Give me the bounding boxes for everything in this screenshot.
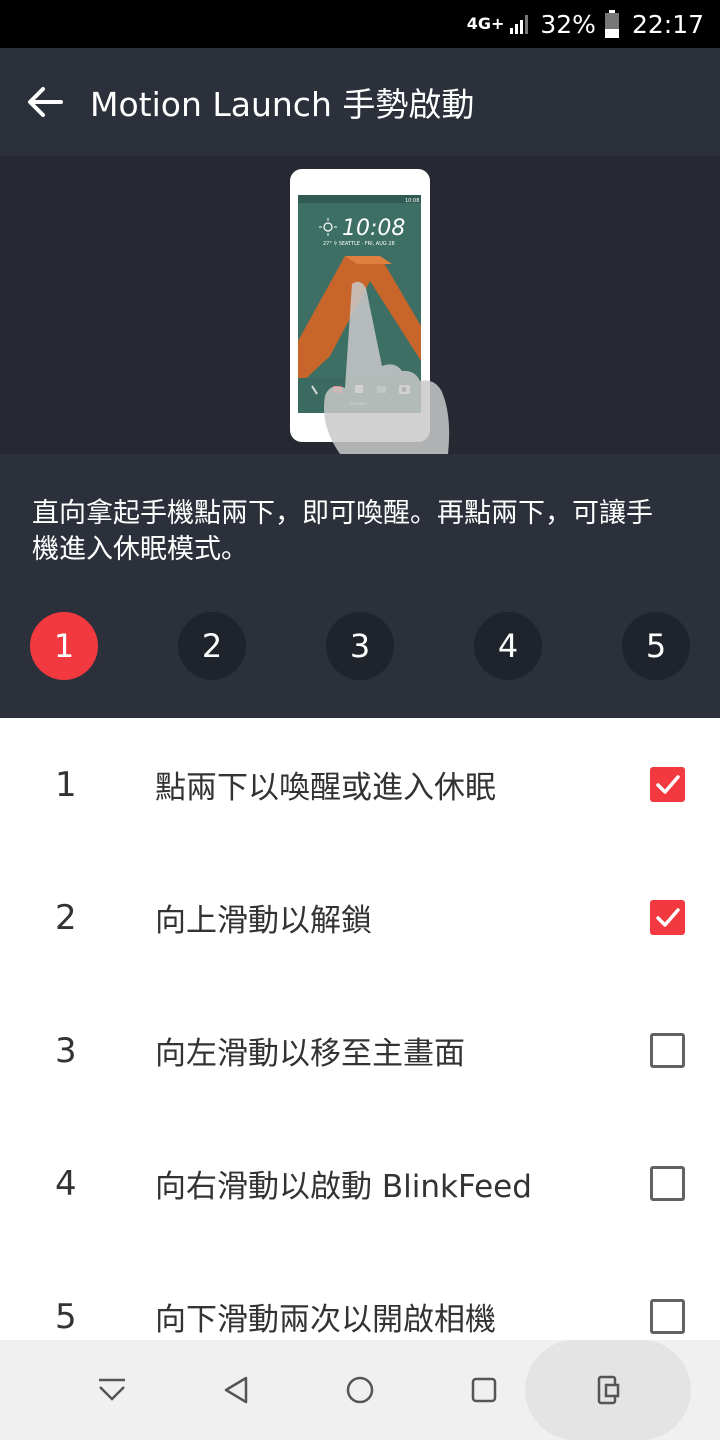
gesture-illustration: 10:08 10:08 27° ⚲ SEATTLE · FRI, AUG 28 … [0, 156, 720, 454]
gesture-row-1[interactable]: 1 點兩下以喚醒或進入休眠 [0, 718, 720, 851]
gesture-4-checkbox[interactable] [650, 1166, 685, 1201]
gesture-label: 向右滑動以啟動 BlinkFeed [155, 1169, 532, 1205]
gesture-label: 向上滑動以解鎖 [155, 903, 372, 939]
gesture-label: 向左滑動以移至主畫面 [155, 1036, 465, 1072]
gesture-list: 1 點兩下以喚醒或進入休眠 2 向上滑動以解鎖 3 向左滑動以移至主畫面 4 向… [0, 718, 720, 1340]
navigation-bar [0, 1340, 720, 1440]
gesture-label: 向下滑動兩次以開啟相機 [155, 1302, 496, 1338]
checkmark-icon [656, 908, 680, 927]
page-title: Motion Launch 手勢啟動 [90, 85, 475, 124]
checkmark-icon [656, 775, 680, 794]
hide-nav-button[interactable] [67, 1340, 157, 1440]
step-2-button[interactable]: 2 [178, 612, 246, 680]
recents-square-icon [471, 1377, 497, 1403]
battery-icon [604, 10, 619, 38]
gesture-row-2[interactable]: 2 向上滑動以解鎖 [0, 851, 720, 984]
rotate-nav-button[interactable] [563, 1340, 653, 1440]
phone-illustration: 10:08 10:08 27° ⚲ SEATTLE · FRI, AUG 28 … [290, 169, 450, 454]
mini-status-time: 10:08 [405, 198, 419, 204]
gesture-number: 5 [55, 1296, 77, 1337]
step-4-button[interactable]: 4 [474, 612, 542, 680]
gesture-number: 2 [55, 897, 77, 938]
status-time: 22:17 [631, 9, 704, 39]
step-1-button[interactable]: 1 [30, 612, 98, 680]
home-circle-icon [346, 1376, 374, 1404]
home-nav-button[interactable] [315, 1340, 405, 1440]
arrow-left-icon [28, 87, 63, 117]
gesture-5-checkbox[interactable] [650, 1299, 685, 1334]
back-button[interactable] [0, 48, 90, 156]
back-nav-button[interactable] [191, 1340, 281, 1440]
recents-nav-button[interactable] [439, 1340, 529, 1440]
app-bar: Motion Launch 手勢啟動 [0, 48, 720, 156]
gesture-label: 點兩下以喚醒或進入休眠 [155, 770, 496, 806]
back-triangle-icon [224, 1376, 248, 1404]
mini-weather: 27° ⚲ SEATTLE · FRI, AUG 28 [323, 241, 395, 247]
gesture-3-checkbox[interactable] [650, 1033, 685, 1068]
gesture-row-4[interactable]: 4 向右滑動以啟動 BlinkFeed [0, 1117, 720, 1250]
network-type: 4G+ [466, 14, 505, 33]
step-3-button[interactable]: 3 [326, 612, 394, 680]
gesture-1-checkbox[interactable] [650, 767, 685, 802]
gesture-number: 1 [55, 764, 77, 805]
gesture-number: 3 [55, 1030, 77, 1071]
step-indicator: 1 2 3 4 5 [30, 612, 690, 680]
gesture-2-checkbox[interactable] [650, 900, 685, 935]
gesture-row-5[interactable]: 5 向下滑動兩次以開啟相機 [0, 1250, 720, 1340]
status-bar: 4G+ 32% 22:17 [0, 0, 720, 48]
battery-percent: 32% [540, 9, 596, 39]
network-indicator: 4G+ [467, 12, 533, 36]
gesture-row-3[interactable]: 3 向左滑動以移至主畫面 [0, 984, 720, 1117]
signal-icon [510, 15, 529, 34]
mini-clock: 10:08 [342, 216, 405, 241]
step-5-button[interactable]: 5 [622, 612, 690, 680]
hide-nav-icon [99, 1378, 125, 1401]
gesture-number: 4 [55, 1163, 77, 1204]
rotate-phone-icon [597, 1375, 620, 1405]
gesture-description: 直向拿起手機點兩下，即可喚醒。再點兩下，可讓手機進入休眠模式。 [32, 498, 653, 565]
description-area: 直向拿起手機點兩下，即可喚醒。再點兩下，可讓手機進入休眠模式。 1 2 3 4 … [0, 454, 720, 718]
